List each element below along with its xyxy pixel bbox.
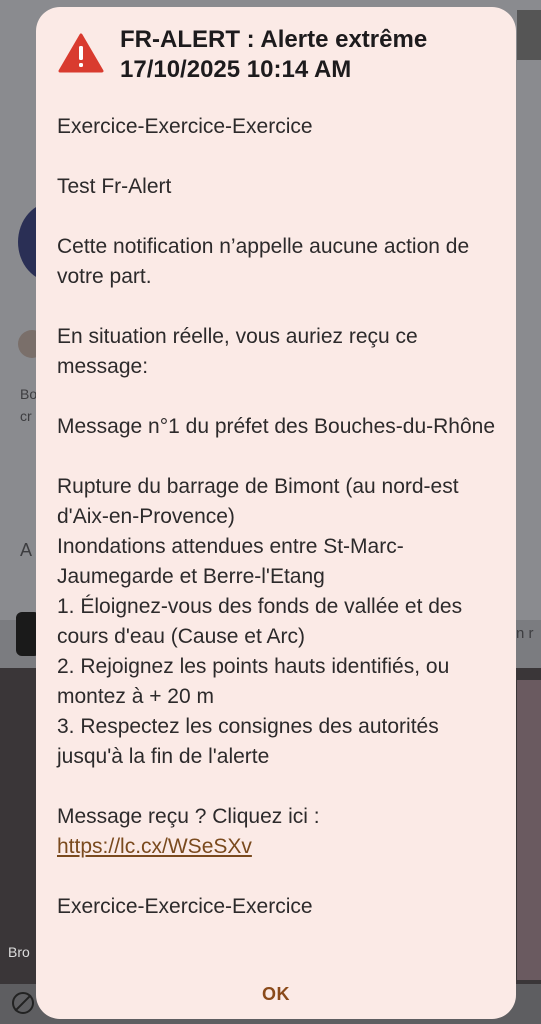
alert-instructions: Rupture du barrage de Bimont (au nord-es… — [57, 475, 463, 768]
alert-link-prompt: Message reçu ? Cliquez ici : — [57, 805, 320, 828]
background-text: n r — [516, 625, 534, 642]
alert-footer-text: Exercice-Exercice-Exercice — [57, 895, 313, 918]
alert-link-paragraph: Message reçu ? Cliquez ici : https://lc.c… — [57, 802, 507, 862]
alert-title: FR-ALERT : Alerte extrême — [120, 26, 428, 53]
background-text: cr — [20, 408, 32, 424]
emergency-alert-dialog: FR-ALERT : Alerte extrême 17/10/2025 10:… — [36, 7, 516, 1019]
warning-triangle-icon — [58, 33, 104, 73]
alert-datetime: 17/10/2025 10:14 AM — [120, 56, 352, 83]
alert-paragraph: Message n°1 du préfet des Bouches-du-Rhô… — [57, 415, 496, 438]
alert-message-body: Exercice-Exercice-Exercice Test Fr-Alert… — [57, 112, 507, 952]
alert-link[interactable]: https://lc.cx/WSeSXv — [57, 835, 252, 858]
block-icon — [12, 992, 34, 1014]
alert-paragraph: Cette notification n’appelle aucune acti… — [57, 235, 470, 288]
background-thumbnail — [517, 10, 541, 60]
background-text: Bro — [8, 944, 30, 960]
background-text: A — [20, 540, 33, 560]
alert-header: FR-ALERT : Alerte extrême 17/10/2025 10:… — [58, 25, 496, 91]
background-text: Bo — [20, 386, 38, 402]
alert-paragraph: En situation réelle, vous auriez reçu ce… — [57, 325, 418, 378]
alert-paragraph: Test Fr-Alert — [57, 175, 172, 198]
background-image-strip — [517, 680, 541, 980]
ok-button[interactable]: OK — [246, 979, 306, 1009]
alert-paragraph: Exercice-Exercice-Exercice — [57, 115, 313, 138]
alert-title-block: FR-ALERT : Alerte extrême 17/10/2025 10:… — [120, 25, 427, 85]
